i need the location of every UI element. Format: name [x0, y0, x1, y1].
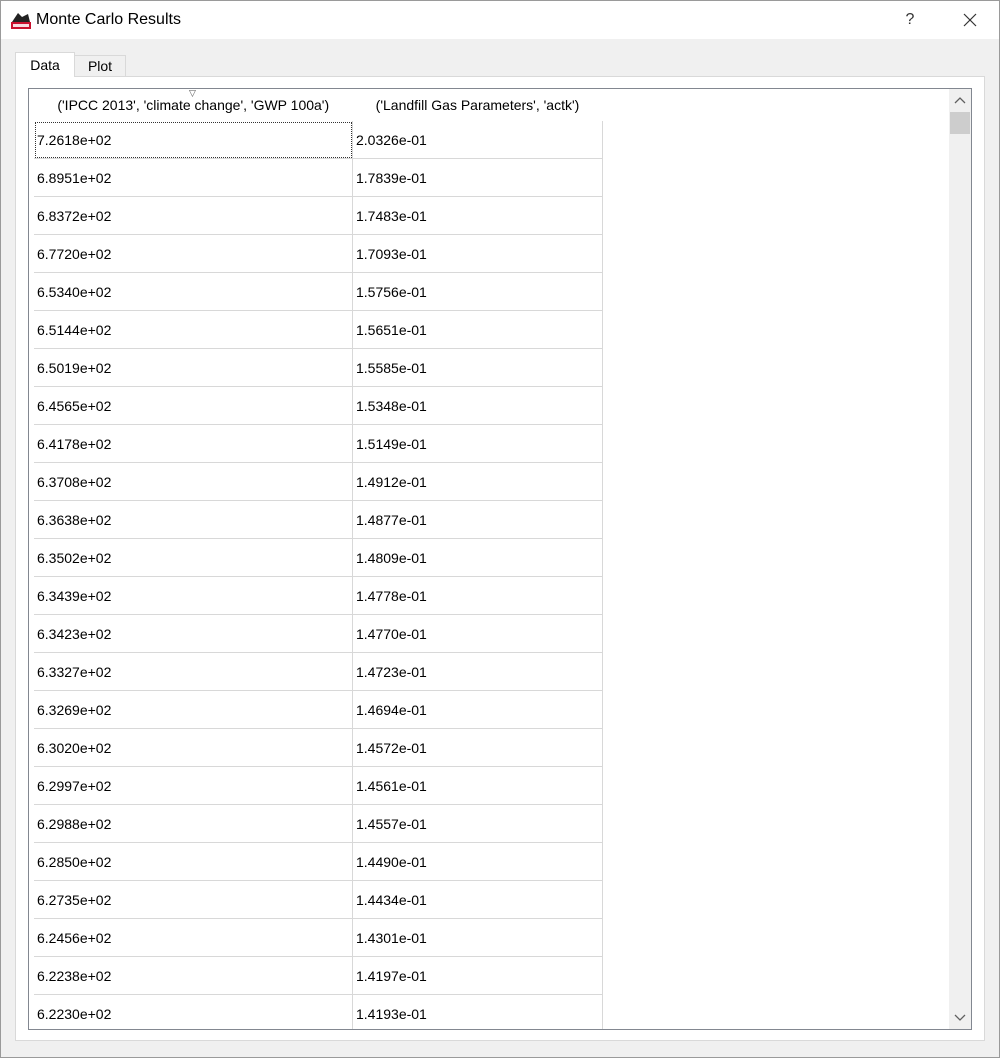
scroll-up-button[interactable] [949, 89, 971, 111]
table-row[interactable]: 6.3708e+02 1.4912e-01 [34, 462, 603, 501]
cell-actk-value[interactable]: 1.5149e-01 [352, 424, 603, 463]
cell-gwp-value[interactable]: 6.2735e+02 [34, 880, 353, 919]
cell-actk-value[interactable]: 1.4694e-01 [352, 690, 603, 729]
tab-plot[interactable]: Plot [74, 55, 126, 76]
monte-carlo-results-window: Monte Carlo Results ? Data Plot ▽ ('IPCC… [0, 0, 1000, 1058]
table-row[interactable]: 6.3502e+02 1.4809e-01 [34, 538, 603, 577]
results-table: ▽ ('IPCC 2013', 'climate change', 'GWP 1… [34, 89, 603, 1029]
cell-actk-value[interactable]: 1.7483e-01 [352, 196, 603, 235]
table-header-row: ▽ ('IPCC 2013', 'climate change', 'GWP 1… [34, 89, 603, 121]
cell-actk-value[interactable]: 2.0326e-01 [352, 121, 603, 159]
cell-actk-value[interactable]: 1.4912e-01 [352, 462, 603, 501]
cell-actk-value[interactable]: 1.7093e-01 [352, 234, 603, 273]
table-row[interactable]: 6.2850e+02 1.4490e-01 [34, 842, 603, 881]
cell-actk-value[interactable]: 1.4434e-01 [352, 880, 603, 919]
cell-actk-value[interactable]: 1.4572e-01 [352, 728, 603, 767]
cell-actk-value[interactable]: 1.4561e-01 [352, 766, 603, 805]
cell-actk-value[interactable]: 1.5585e-01 [352, 348, 603, 387]
cell-actk-value[interactable]: 1.4809e-01 [352, 538, 603, 577]
table-row[interactable]: 6.5144e+02 1.5651e-01 [34, 310, 603, 349]
column-header-label: ('IPCC 2013', 'climate change', 'GWP 100… [57, 97, 330, 113]
cell-gwp-value[interactable]: 6.3269e+02 [34, 690, 353, 729]
cell-gwp-value[interactable]: 6.5144e+02 [34, 310, 353, 349]
cell-actk-value[interactable]: 1.4723e-01 [352, 652, 603, 691]
window-title: Monte Carlo Results [36, 11, 181, 28]
cell-actk-value[interactable]: 1.4301e-01 [352, 918, 603, 957]
cell-gwp-value[interactable]: 6.2238e+02 [34, 956, 353, 995]
table-row[interactable]: 6.2456e+02 1.4301e-01 [34, 918, 603, 957]
cell-gwp-value[interactable]: 6.2230e+02 [34, 994, 353, 1029]
title-bar: Monte Carlo Results ? [1, 1, 999, 39]
cell-gwp-value[interactable]: 6.4565e+02 [34, 386, 353, 425]
cell-gwp-value[interactable]: 6.2456e+02 [34, 918, 353, 957]
table-row[interactable]: 6.5340e+02 1.5756e-01 [34, 272, 603, 311]
table-row[interactable]: 6.3439e+02 1.4778e-01 [34, 576, 603, 615]
table-row[interactable]: 6.4565e+02 1.5348e-01 [34, 386, 603, 425]
scroll-down-button[interactable] [949, 1007, 971, 1029]
table-row[interactable]: 6.8951e+02 1.7839e-01 [34, 158, 603, 197]
tab-data[interactable]: Data [15, 52, 75, 77]
scrollbar-thumb[interactable] [950, 112, 970, 134]
table-row[interactable]: 6.2735e+02 1.4434e-01 [34, 880, 603, 919]
cell-gwp-value[interactable]: 6.2850e+02 [34, 842, 353, 881]
cell-gwp-value[interactable]: 6.8951e+02 [34, 158, 353, 197]
table-row[interactable]: 7.2618e+02 2.0326e-01 [34, 121, 603, 159]
table-row[interactable]: 6.3020e+02 1.4572e-01 [34, 728, 603, 767]
cell-gwp-value[interactable]: 6.5019e+02 [34, 348, 353, 387]
cell-gwp-value[interactable]: 6.3638e+02 [34, 500, 353, 539]
cell-gwp-value[interactable]: 7.2618e+02 [34, 121, 353, 159]
cell-actk-value[interactable]: 1.4490e-01 [352, 842, 603, 881]
column-header-ipcc[interactable]: ▽ ('IPCC 2013', 'climate change', 'GWP 1… [34, 89, 353, 121]
cell-actk-value[interactable]: 1.5651e-01 [352, 310, 603, 349]
cell-gwp-value[interactable]: 6.2988e+02 [34, 804, 353, 843]
results-table-frame: ▽ ('IPCC 2013', 'climate change', 'GWP 1… [28, 88, 972, 1030]
cell-actk-value[interactable]: 1.4877e-01 [352, 500, 603, 539]
cell-actk-value[interactable]: 1.4770e-01 [352, 614, 603, 653]
cell-gwp-value[interactable]: 6.7720e+02 [34, 234, 353, 273]
sort-indicator-icon: ▽ [189, 89, 196, 98]
cell-actk-value[interactable]: 1.4557e-01 [352, 804, 603, 843]
cell-gwp-value[interactable]: 6.8372e+02 [34, 196, 353, 235]
cell-gwp-value[interactable]: 6.3423e+02 [34, 614, 353, 653]
table-row[interactable]: 6.7720e+02 1.7093e-01 [34, 234, 603, 273]
table-row[interactable]: 6.3269e+02 1.4694e-01 [34, 690, 603, 729]
results-table-viewport: ▽ ('IPCC 2013', 'climate change', 'GWP 1… [34, 89, 949, 1029]
table-row[interactable]: 6.2238e+02 1.4197e-01 [34, 956, 603, 995]
cell-actk-value[interactable]: 1.7839e-01 [352, 158, 603, 197]
close-icon [963, 13, 977, 27]
column-header-landfill[interactable]: ('Landfill Gas Parameters', 'actk') [352, 89, 603, 121]
cell-actk-value[interactable]: 1.5348e-01 [352, 386, 603, 425]
column-header-label: ('Landfill Gas Parameters', 'actk') [375, 97, 580, 113]
app-logo-icon [11, 13, 31, 29]
cell-gwp-value[interactable]: 6.3708e+02 [34, 462, 353, 501]
table-row[interactable]: 6.3638e+02 1.4877e-01 [34, 500, 603, 539]
cell-actk-value[interactable]: 1.4197e-01 [352, 956, 603, 995]
table-row[interactable]: 6.3423e+02 1.4770e-01 [34, 614, 603, 653]
cell-gwp-value[interactable]: 6.3502e+02 [34, 538, 353, 577]
table-body: 7.2618e+02 2.0326e-01 6.8951e+02 1.7839e-01… [34, 121, 603, 1029]
cell-gwp-value[interactable]: 6.4178e+02 [34, 424, 353, 463]
cell-gwp-value[interactable]: 6.5340e+02 [34, 272, 353, 311]
chevron-up-icon [954, 97, 966, 104]
table-row[interactable]: 6.8372e+02 1.7483e-01 [34, 196, 603, 235]
cell-gwp-value[interactable]: 6.3020e+02 [34, 728, 353, 767]
table-row[interactable]: 6.4178e+02 1.5149e-01 [34, 424, 603, 463]
cell-actk-value[interactable]: 1.4193e-01 [352, 994, 603, 1029]
vertical-scrollbar[interactable] [949, 89, 971, 1029]
chevron-down-icon [954, 1014, 966, 1021]
table-row[interactable]: 6.2988e+02 1.4557e-01 [34, 804, 603, 843]
cell-gwp-value[interactable]: 6.2997e+02 [34, 766, 353, 805]
cell-actk-value[interactable]: 1.4778e-01 [352, 576, 603, 615]
cell-actk-value[interactable]: 1.5756e-01 [352, 272, 603, 311]
table-row[interactable]: 6.2997e+02 1.4561e-01 [34, 766, 603, 805]
help-button[interactable]: ? [887, 1, 933, 39]
table-row[interactable]: 6.5019e+02 1.5585e-01 [34, 348, 603, 387]
table-row[interactable]: 6.3327e+02 1.4723e-01 [34, 652, 603, 691]
close-button[interactable] [947, 1, 993, 39]
table-row[interactable]: 6.2230e+02 1.4193e-01 [34, 994, 603, 1029]
cell-gwp-value[interactable]: 6.3439e+02 [34, 576, 353, 615]
cell-gwp-value[interactable]: 6.3327e+02 [34, 652, 353, 691]
